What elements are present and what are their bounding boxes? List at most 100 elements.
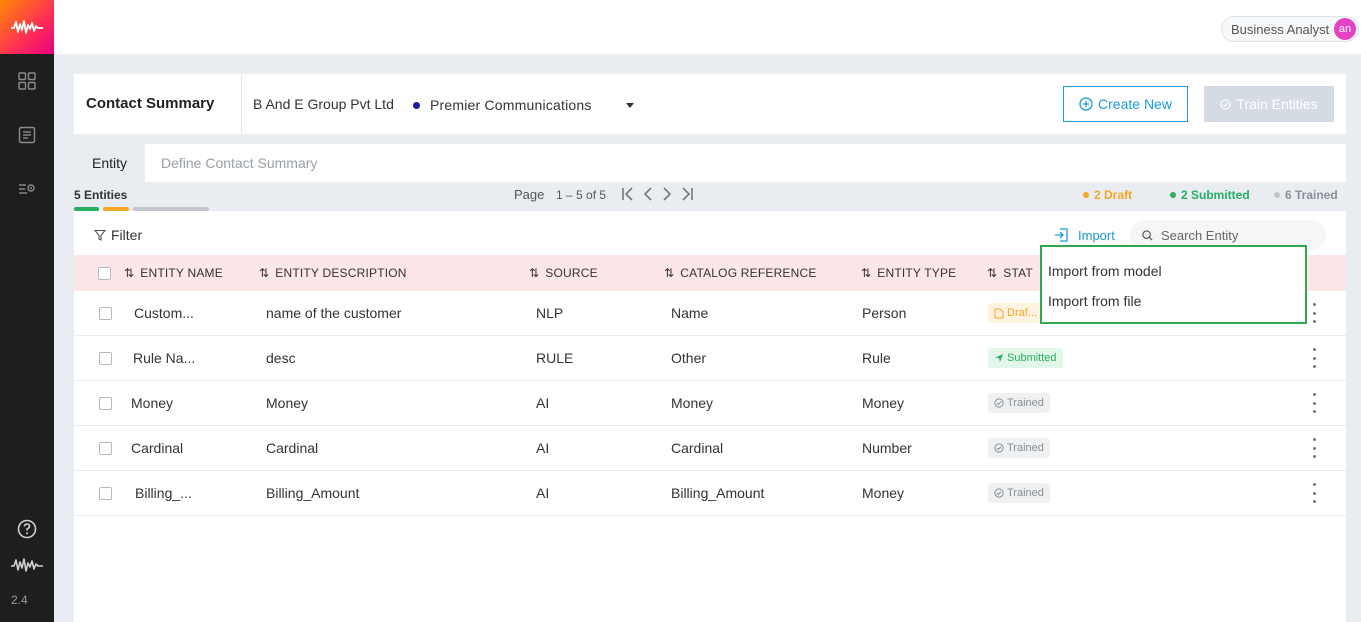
- filter-button[interactable]: Filter: [94, 227, 142, 243]
- row-checkbox[interactable]: [99, 352, 112, 365]
- prev-page-icon[interactable]: [641, 185, 655, 203]
- app-logo[interactable]: [0, 0, 54, 54]
- entity-name-cell: Rule Na...: [133, 350, 196, 366]
- import-from-model-item[interactable]: Import from model: [1048, 263, 1162, 279]
- app-version: 2.4: [11, 593, 28, 607]
- source-cell: NLP: [536, 305, 564, 321]
- entity-type-cell: Person: [862, 305, 907, 321]
- row-checkbox[interactable]: [99, 487, 112, 500]
- create-new-button[interactable]: Create New: [1063, 86, 1188, 122]
- status-badge: Draf...: [988, 303, 1043, 323]
- source-cell: AI: [536, 440, 550, 456]
- check-circle-icon: [994, 443, 1004, 453]
- status-label: Draf...: [1007, 307, 1037, 319]
- entity-type-cell: Rule: [862, 350, 891, 366]
- sort-icon: ⇅: [529, 266, 540, 280]
- import-icon: [1055, 228, 1068, 242]
- chevron-down-icon[interactable]: [626, 103, 634, 108]
- row-menu-icon[interactable]: [1310, 393, 1318, 413]
- status-label: Trained: [1007, 487, 1044, 499]
- brand-wave-icon: [10, 555, 44, 575]
- table-row[interactable]: Money Money AI Money Money Trained: [74, 381, 1346, 426]
- catalog-cell: Name: [671, 305, 709, 321]
- draft-count-label: 2 Draft: [1094, 188, 1133, 202]
- header-card: Contact Summary B And E Group Pvt Ltd Pr…: [74, 74, 1346, 134]
- source-cell: AI: [536, 395, 550, 411]
- search-icon: [1142, 229, 1153, 241]
- column-status[interactable]: ⇅ STAT: [987, 266, 1033, 280]
- first-page-icon[interactable]: [620, 185, 636, 203]
- table-row[interactable]: Rule Na... desc RULE Other Rule Submitte…: [74, 336, 1346, 381]
- train-entities-label: Train Entities: [1236, 96, 1318, 112]
- avatar: an: [1334, 18, 1356, 40]
- column-source[interactable]: ⇅ SOURCE: [529, 266, 598, 280]
- column-entity-type[interactable]: ⇅ ENTITY TYPE: [861, 266, 956, 280]
- entity-name-cell: Billing_...: [135, 485, 192, 501]
- send-icon: [995, 354, 1003, 362]
- summary-row: 5 Entities Page 1 – 5 of 5 2 Draft 2 Sub…: [74, 182, 1346, 211]
- column-label: SOURCE: [545, 266, 598, 280]
- status-badge: Trained: [988, 393, 1050, 413]
- column-label: ENTITY DESCRIPTION: [275, 266, 407, 280]
- trained-count-label: 6 Trained: [1285, 188, 1338, 202]
- draft-count: 2 Draft: [1083, 188, 1132, 202]
- source-cell: AI: [536, 485, 550, 501]
- row-menu-icon[interactable]: [1310, 303, 1318, 323]
- catalog-cell: Cardinal: [671, 440, 724, 456]
- column-label: CATALOG REFERENCE: [680, 266, 817, 280]
- tab-define-contact-summary[interactable]: Define Contact Summary: [161, 144, 317, 182]
- row-menu-icon[interactable]: [1310, 348, 1318, 368]
- page-title: Contact Summary: [86, 95, 215, 112]
- import-from-file-item[interactable]: Import from file: [1048, 293, 1141, 309]
- pager-controls: [620, 185, 695, 203]
- entity-type-cell: Money: [862, 485, 905, 501]
- draft-dot-icon: [1083, 192, 1089, 198]
- source-cell: RULE: [536, 350, 574, 366]
- entity-name-cell: Custom...: [134, 305, 194, 321]
- search-input[interactable]: [1161, 227, 1321, 243]
- sort-icon: ⇅: [124, 266, 135, 280]
- select-all-checkbox[interactable]: [98, 267, 111, 280]
- trained-dot-icon: [1274, 192, 1280, 198]
- column-label: ENTITY TYPE: [877, 266, 957, 280]
- settings-list-icon[interactable]: [17, 179, 37, 199]
- entity-description-cell: Money: [266, 395, 309, 411]
- tab-entity[interactable]: Entity: [74, 144, 145, 182]
- status-label: Trained: [1007, 397, 1044, 409]
- row-checkbox[interactable]: [99, 307, 112, 320]
- left-rail: 2.4: [0, 0, 54, 622]
- dashboard-icon[interactable]: [17, 71, 37, 91]
- row-menu-icon[interactable]: [1310, 438, 1318, 458]
- pager-label: Page: [514, 187, 545, 202]
- column-entity-name[interactable]: ⇅ ENTITY NAME: [124, 266, 223, 280]
- project-dot-icon: [413, 102, 420, 109]
- filter-icon: [94, 229, 106, 241]
- document-icon[interactable]: [17, 125, 37, 145]
- row-checkbox[interactable]: [99, 442, 112, 455]
- row-menu-icon[interactable]: [1310, 483, 1318, 503]
- catalog-cell: Other: [671, 350, 707, 366]
- column-catalog-reference[interactable]: ⇅ CATALOG REFERENCE: [664, 266, 817, 280]
- create-new-label: Create New: [1098, 96, 1172, 112]
- org-name: B And E Group Pvt Ltd: [253, 96, 394, 112]
- status-label: Submitted: [1007, 352, 1057, 364]
- project-selector[interactable]: Premier Communications: [430, 97, 592, 113]
- row-checkbox[interactable]: [99, 397, 112, 410]
- sort-icon: ⇅: [664, 266, 675, 280]
- train-entities-button[interactable]: Train Entities: [1204, 86, 1334, 122]
- last-page-icon[interactable]: [679, 185, 695, 203]
- next-page-icon[interactable]: [660, 185, 674, 203]
- table-row[interactable]: Billing_... Billing_Amount AI Billing_Am…: [74, 471, 1346, 516]
- user-menu[interactable]: Business Analyst an: [1221, 16, 1359, 42]
- status-label: Trained: [1007, 442, 1044, 454]
- entity-name-cell: Money: [131, 395, 174, 411]
- check-circle-icon: [994, 488, 1004, 498]
- sort-icon: ⇅: [987, 266, 998, 280]
- help-icon[interactable]: [16, 518, 38, 540]
- entity-description-cell: name of the customer: [266, 305, 402, 321]
- top-bar: [54, 0, 1361, 54]
- submitted-dot-icon: [1170, 192, 1176, 198]
- table-row[interactable]: Cardinal Cardinal AI Cardinal Number Tra…: [74, 426, 1346, 471]
- column-entity-description[interactable]: ⇅ ENTITY DESCRIPTION: [259, 266, 407, 280]
- entity-description-cell: desc: [266, 350, 296, 366]
